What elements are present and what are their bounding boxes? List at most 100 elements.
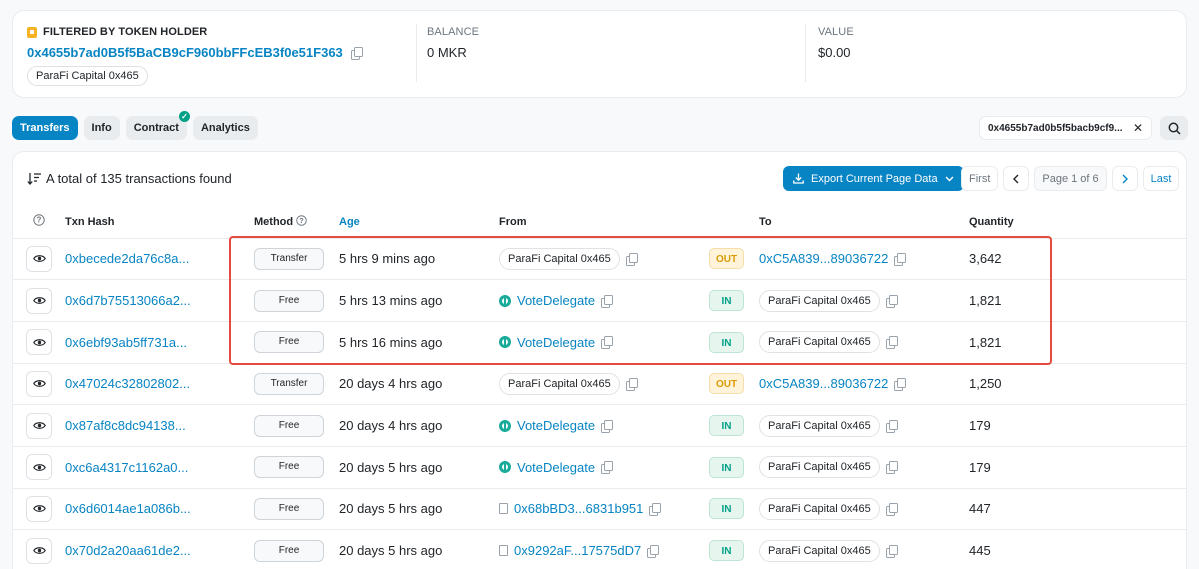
txn-hash-cell: 0x70d2a20aa61de2... — [65, 529, 254, 569]
copy-icon[interactable] — [885, 336, 898, 350]
to-name-tag[interactable]: ParaFi Capital 0x465 — [759, 414, 880, 437]
to-cell: 0xC5A839...89036722 — [759, 363, 969, 406]
export-label: Export Current Page Data — [811, 172, 938, 185]
to-name-tag[interactable]: ParaFi Capital 0x465 — [759, 539, 880, 562]
prev-page-button[interactable] — [1003, 166, 1030, 191]
quantity-cell: 3,642 — [969, 238, 1186, 281]
preview-button[interactable] — [26, 454, 52, 481]
direction-cell: IN — [709, 488, 759, 531]
method-badge: Free — [254, 497, 324, 520]
from-address-link[interactable]: VoteDelegate — [517, 418, 595, 433]
copy-icon[interactable] — [601, 336, 614, 350]
copy-icon[interactable] — [894, 252, 907, 266]
copy-icon[interactable] — [350, 46, 363, 60]
tab-contract-label: Contract — [133, 122, 179, 134]
preview-button[interactable] — [26, 287, 52, 314]
direction-cell: OUT — [709, 238, 759, 281]
txn-hash-link[interactable]: 0xc6a4317c1162a0... — [65, 460, 188, 475]
preview-cell — [13, 529, 65, 569]
from-address-link[interactable]: VoteDelegate — [517, 335, 595, 350]
preview-cell — [13, 446, 65, 489]
preview-button[interactable] — [26, 329, 52, 356]
question-circle-icon[interactable]: ? — [296, 215, 307, 226]
to-cell: ParaFi Capital 0x465 — [759, 279, 969, 322]
export-button[interactable]: Export Current Page Data — [783, 166, 964, 191]
txn-hash-link[interactable]: 0x6ebf93ab5ff731a... — [65, 335, 187, 350]
tab-info[interactable]: Info — [83, 116, 120, 140]
address-filter-chip[interactable]: 0x4655b7ad0b5f5bacb9cf9... ✕ — [979, 116, 1152, 140]
txn-hash-link[interactable]: 0x6d6014ae1a086b... — [65, 501, 191, 516]
txn-hash-cell: 0x6ebf93ab5ff731a... — [65, 321, 254, 364]
table-row: 0x47024c32802802... Transfer 20 days 4 h… — [13, 363, 1186, 406]
preview-button[interactable] — [26, 495, 52, 522]
from-name-tag[interactable]: ParaFi Capital 0x465 — [499, 372, 620, 395]
age-cell: 20 days 4 hrs ago — [339, 363, 499, 406]
question-circle-icon[interactable]: ? — [33, 214, 45, 226]
copy-icon[interactable] — [601, 419, 614, 433]
first-page-button[interactable]: First — [961, 166, 999, 191]
tab-bar: Transfers Info Contract ✓ Analytics — [12, 111, 258, 140]
clear-filter-icon[interactable]: ✕ — [1133, 121, 1143, 135]
tab-contract[interactable]: Contract ✓ — [125, 111, 190, 140]
copy-icon[interactable] — [601, 461, 614, 475]
info-col-header: ? — [13, 206, 65, 239]
copy-icon[interactable] — [625, 377, 638, 391]
preview-button[interactable] — [26, 245, 52, 272]
direction-cell: IN — [709, 321, 759, 364]
preview-button[interactable] — [26, 412, 52, 439]
txn-hash-cell: 0x47024c32802802... — [65, 363, 254, 406]
age-cell: 20 days 4 hrs ago — [339, 404, 499, 447]
search-icon — [1168, 122, 1181, 135]
copy-icon[interactable] — [885, 502, 898, 516]
from-name-tag[interactable]: ParaFi Capital 0x465 — [499, 247, 620, 270]
txn-hash-link[interactable]: 0x47024c32802802... — [65, 376, 190, 391]
holder-address-link[interactable]: 0x4655b7ad0B5f5BaCB9cF960bbFFcEB3f0e51F3… — [27, 45, 343, 60]
to-cell: 0xC5A839...89036722 — [759, 238, 969, 281]
copy-icon[interactable] — [649, 502, 662, 516]
from-address-link[interactable]: VoteDelegate — [517, 460, 595, 475]
table-row: 0x6ebf93ab5ff731a... Free 5 hrs 16 mins … — [13, 321, 1186, 364]
age-header[interactable]: Age — [339, 206, 499, 239]
tab-transfers[interactable]: Transfers — [12, 116, 78, 140]
from-address-link[interactable]: 0x68bBD3...6831b951 — [514, 501, 643, 516]
method-header[interactable]: Method ? — [254, 206, 339, 239]
copy-icon[interactable] — [885, 461, 898, 475]
tab-analytics[interactable]: Analytics — [192, 116, 258, 140]
txn-hash-cell: 0x6d7b75513066a2... — [65, 279, 254, 322]
copy-icon[interactable] — [885, 544, 898, 558]
to-name-tag[interactable]: ParaFi Capital 0x465 — [759, 497, 880, 520]
to-cell: ParaFi Capital 0x465 — [759, 321, 969, 364]
eye-icon — [32, 505, 46, 513]
download-icon — [793, 173, 804, 184]
next-page-button[interactable] — [1111, 166, 1138, 191]
preview-button[interactable] — [26, 537, 52, 564]
copy-icon[interactable] — [625, 252, 638, 266]
preview-button[interactable] — [26, 370, 52, 397]
value-column: VALUE $0.00 — [805, 24, 854, 82]
copy-icon[interactable] — [885, 294, 898, 308]
to-name-tag[interactable]: ParaFi Capital 0x465 — [759, 456, 880, 479]
to-name-tag[interactable]: ParaFi Capital 0x465 — [759, 289, 880, 312]
page-indicator: Page 1 of 6 — [1034, 166, 1107, 191]
to-address-link[interactable]: 0xC5A839...89036722 — [759, 376, 888, 391]
copy-icon[interactable] — [647, 544, 660, 558]
to-name-tag[interactable]: ParaFi Capital 0x465 — [759, 331, 880, 354]
copy-icon[interactable] — [885, 419, 898, 433]
holder-name-tag[interactable]: ParaFi Capital 0x465 — [27, 66, 148, 86]
search-button[interactable] — [1160, 116, 1188, 140]
last-page-button[interactable]: Last — [1142, 166, 1180, 191]
txn-hash-link[interactable]: 0x70d2a20aa61de2... — [65, 543, 191, 558]
method-badge: Transfer — [254, 247, 324, 270]
from-address-link[interactable]: VoteDelegate — [517, 293, 595, 308]
filter-label: FILTERED BY TOKEN HOLDER — [27, 26, 405, 38]
copy-icon[interactable] — [601, 294, 614, 308]
txn-hash-link[interactable]: 0x87af8c8dc94138... — [65, 418, 186, 433]
txn-hash-link[interactable]: 0xbecede2da76c8a... — [65, 251, 189, 266]
sort-icon[interactable] — [27, 172, 42, 185]
balance-value: 0 MKR — [427, 45, 467, 60]
copy-icon[interactable] — [894, 377, 907, 391]
from-cell: VoteDelegate — [499, 321, 709, 364]
to-address-link[interactable]: 0xC5A839...89036722 — [759, 251, 888, 266]
from-address-link[interactable]: 0x9292aF...17575dD7 — [514, 543, 641, 558]
txn-hash-link[interactable]: 0x6d7b75513066a2... — [65, 293, 191, 308]
